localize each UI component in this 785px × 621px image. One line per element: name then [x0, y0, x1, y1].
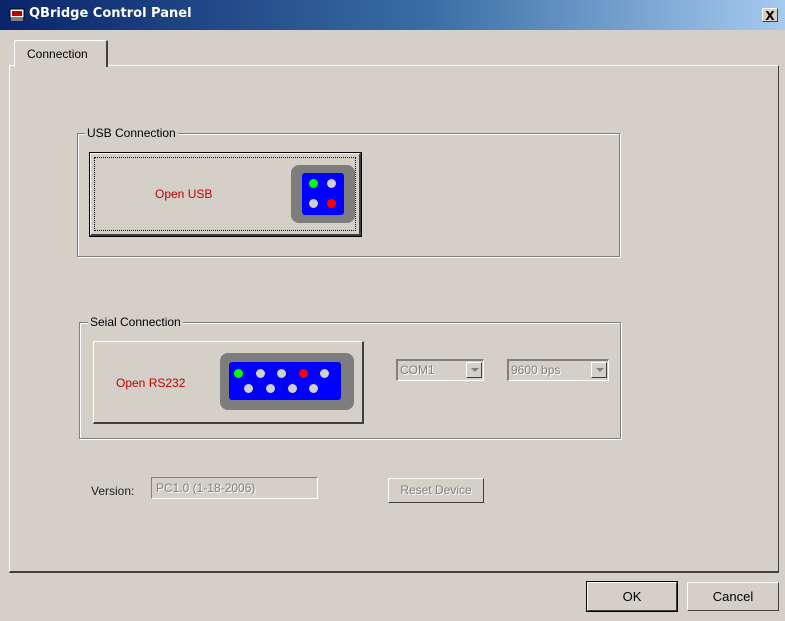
tab-connection[interactable]: Connection	[14, 40, 108, 67]
open-usb-label: Open USB	[155, 187, 213, 201]
ok-label: OK	[622, 589, 642, 604]
cancel-button[interactable]: Cancel	[687, 582, 779, 611]
title-bar[interactable]: QBridge Control Panel X	[0, 0, 785, 30]
reset-device-label: Reset Device	[400, 483, 472, 497]
open-rs232-button[interactable]: Open RS232	[93, 341, 364, 424]
window-title: QBridge Control Panel	[29, 6, 192, 21]
version-value: PC1.0 (1-18-2006)	[156, 481, 256, 495]
chevron-down-icon[interactable]	[591, 362, 607, 378]
baud-rate-value: 9600 bps	[511, 363, 561, 377]
baud-rate-dropdown[interactable]: 9600 bps	[507, 359, 609, 381]
usb-connector-icon	[291, 165, 355, 223]
cancel-label: Cancel	[712, 589, 754, 604]
usb-group-label: USB Connection	[85, 126, 178, 140]
app-icon	[9, 8, 25, 21]
rs232-connector-icon	[220, 353, 354, 410]
com-port-value: COM1	[400, 363, 435, 377]
open-rs232-label: Open RS232	[116, 376, 186, 390]
chevron-down-icon[interactable]	[466, 362, 482, 378]
close-button[interactable]: X	[762, 8, 778, 23]
open-usb-button[interactable]: Open USB	[89, 152, 362, 237]
tab-connection-label: Connection	[27, 47, 88, 61]
serial-group-label: Seial Connection	[88, 315, 183, 329]
version-label: Version:	[91, 484, 135, 498]
com-port-dropdown[interactable]: COM1	[396, 359, 484, 381]
reset-device-button[interactable]: Reset Device	[388, 478, 484, 503]
version-field: PC1.0 (1-18-2006)	[151, 477, 318, 499]
ok-button[interactable]: OK	[586, 581, 678, 612]
